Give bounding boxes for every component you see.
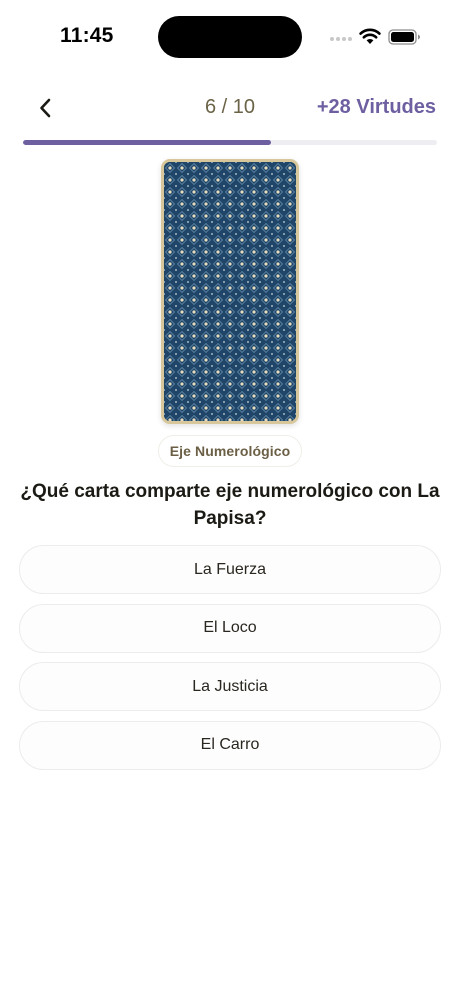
- tarot-card-back: [161, 159, 299, 424]
- category-badge: Eje Numerológico: [158, 435, 302, 467]
- dynamic-island: [158, 16, 302, 58]
- status-bar: 11:45: [0, 0, 460, 74]
- battery-icon: [388, 29, 421, 45]
- quiz-screen: 11:45 6 / 10 +28 Virtudes Eje Numerológi…: [0, 0, 460, 1000]
- back-button[interactable]: [30, 92, 62, 124]
- quiz-header: 6 / 10 +28 Virtudes: [0, 80, 460, 136]
- reward-points: +28 Virtudes: [316, 96, 436, 118]
- cellular-signal-icon: [330, 37, 352, 43]
- progress-bar-fill: [23, 140, 272, 145]
- chevron-left-icon: [40, 98, 51, 118]
- wifi-icon: [359, 27, 381, 45]
- answer-option-la-fuerza[interactable]: La Fuerza: [19, 545, 441, 594]
- answer-option-el-loco[interactable]: El Loco: [19, 603, 441, 653]
- status-time: 11:45: [60, 24, 114, 47]
- question-counter: 6 / 10: [204, 96, 256, 118]
- answer-options: La Fuerza El Loco La Justicia El Carro: [19, 545, 441, 779]
- answer-option-el-carro[interactable]: El Carro: [19, 720, 441, 770]
- question-text: ¿Qué carta comparte eje numerológico con…: [20, 481, 440, 529]
- answer-option-la-justicia[interactable]: La Justicia: [19, 662, 441, 711]
- progress-bar: [23, 140, 437, 145]
